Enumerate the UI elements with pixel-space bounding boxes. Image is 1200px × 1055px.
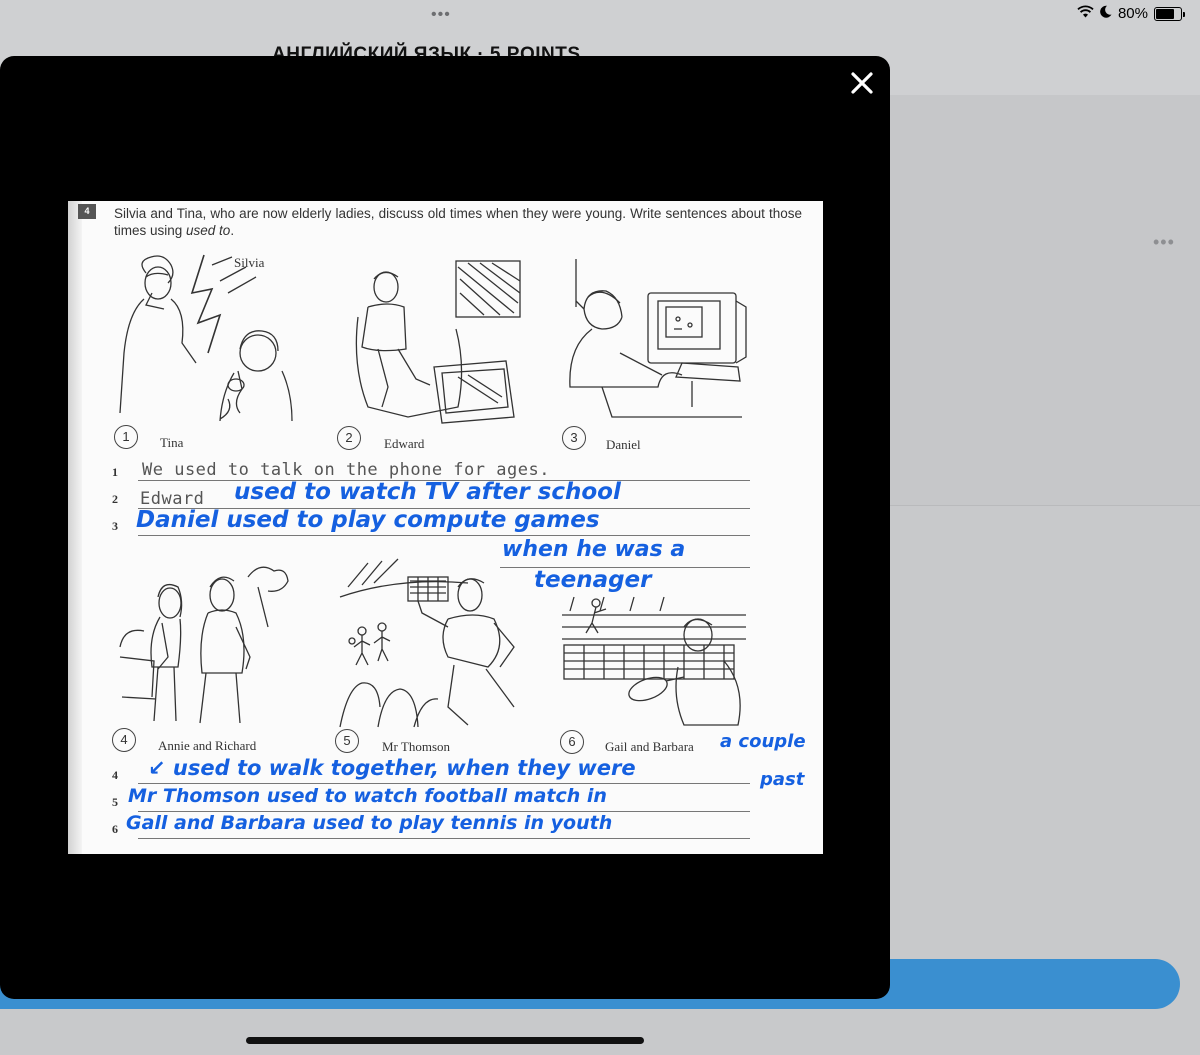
picture-number-4: 4 xyxy=(112,728,136,752)
example-sentence: We used to talk on the phone for ages. xyxy=(142,460,550,480)
illustration-football xyxy=(339,558,515,728)
close-icon xyxy=(851,72,873,94)
line-number-4: 4 xyxy=(112,768,118,782)
caption-gail-barbara: Gail and Barbara xyxy=(605,739,694,754)
handwritten-answer-3: Daniel used to play compute games xyxy=(136,507,600,533)
writing-line xyxy=(138,535,750,536)
battery-fill xyxy=(1156,8,1174,19)
printed-name-edward: Edward xyxy=(140,489,205,509)
illustration-walking-couple xyxy=(119,566,289,724)
writing-line xyxy=(138,783,750,784)
caption-tina: Tina xyxy=(160,435,184,450)
worksheet-photo: 4 Silvia and Tina, who are now elderly l… xyxy=(68,201,823,854)
battery-percent: 80% xyxy=(1117,5,1148,22)
more-options-icon[interactable]: ••• xyxy=(1153,232,1175,253)
caption-mr-thomson: Mr Thomson xyxy=(382,739,451,754)
line-number-3: 3 xyxy=(112,519,118,533)
line-number-5: 5 xyxy=(112,795,118,809)
picture-number-2: 2 xyxy=(337,426,361,450)
close-button[interactable] xyxy=(846,67,878,99)
handwritten-answer-3-end: teenager xyxy=(534,567,652,593)
handwritten-note-past: past xyxy=(760,769,805,790)
line-number-2: 2 xyxy=(112,492,118,506)
illustration-phone-call: Silvia xyxy=(119,254,293,422)
line-number-6: 6 xyxy=(112,822,118,836)
battery-tip xyxy=(1183,11,1185,17)
multitasking-icon[interactable]: ••• xyxy=(431,6,451,24)
handwritten-note-couple: a couple xyxy=(720,731,806,752)
writing-line xyxy=(138,838,750,839)
battery-icon xyxy=(1154,6,1185,21)
handwritten-answer-6: Gall and Barbara used to play tennis in … xyxy=(126,812,613,834)
caption-annie-richard: Annie and Richard xyxy=(158,738,257,753)
picture-number-6: 6 xyxy=(560,730,584,754)
handwritten-answer-4: ↙ used to walk together, when they were xyxy=(148,756,636,780)
page-shadow xyxy=(68,201,82,854)
illustration-computer xyxy=(569,259,747,418)
status-bar: 80% xyxy=(1077,5,1185,22)
side-panel xyxy=(890,95,1200,506)
handwritten-answer-5: Mr Thomson used to watch football match … xyxy=(128,785,607,807)
wifi-icon xyxy=(1077,5,1094,22)
home-indicator xyxy=(246,1037,644,1044)
caption-edward: Edward xyxy=(384,436,425,451)
instruction-end: . xyxy=(230,223,235,238)
picture-number-5: 5 xyxy=(335,729,359,753)
moon-icon xyxy=(1100,5,1112,22)
label-silvia: Silvia xyxy=(234,255,265,270)
task-instruction: Silvia and Tina, who are now elderly lad… xyxy=(114,205,802,239)
task-number: 4 xyxy=(78,204,96,219)
picture-number-1: 1 xyxy=(114,425,138,449)
picture-number-3: 3 xyxy=(562,426,586,450)
handwritten-answer-3-cont: when he was a xyxy=(502,537,686,562)
line-number-1: 1 xyxy=(112,465,118,479)
instruction-emphasis: used to xyxy=(186,223,231,238)
caption-daniel: Daniel xyxy=(606,437,641,452)
illustration-watching-tv xyxy=(355,260,521,424)
handwritten-answer-2: used to watch TV after school xyxy=(234,479,621,505)
